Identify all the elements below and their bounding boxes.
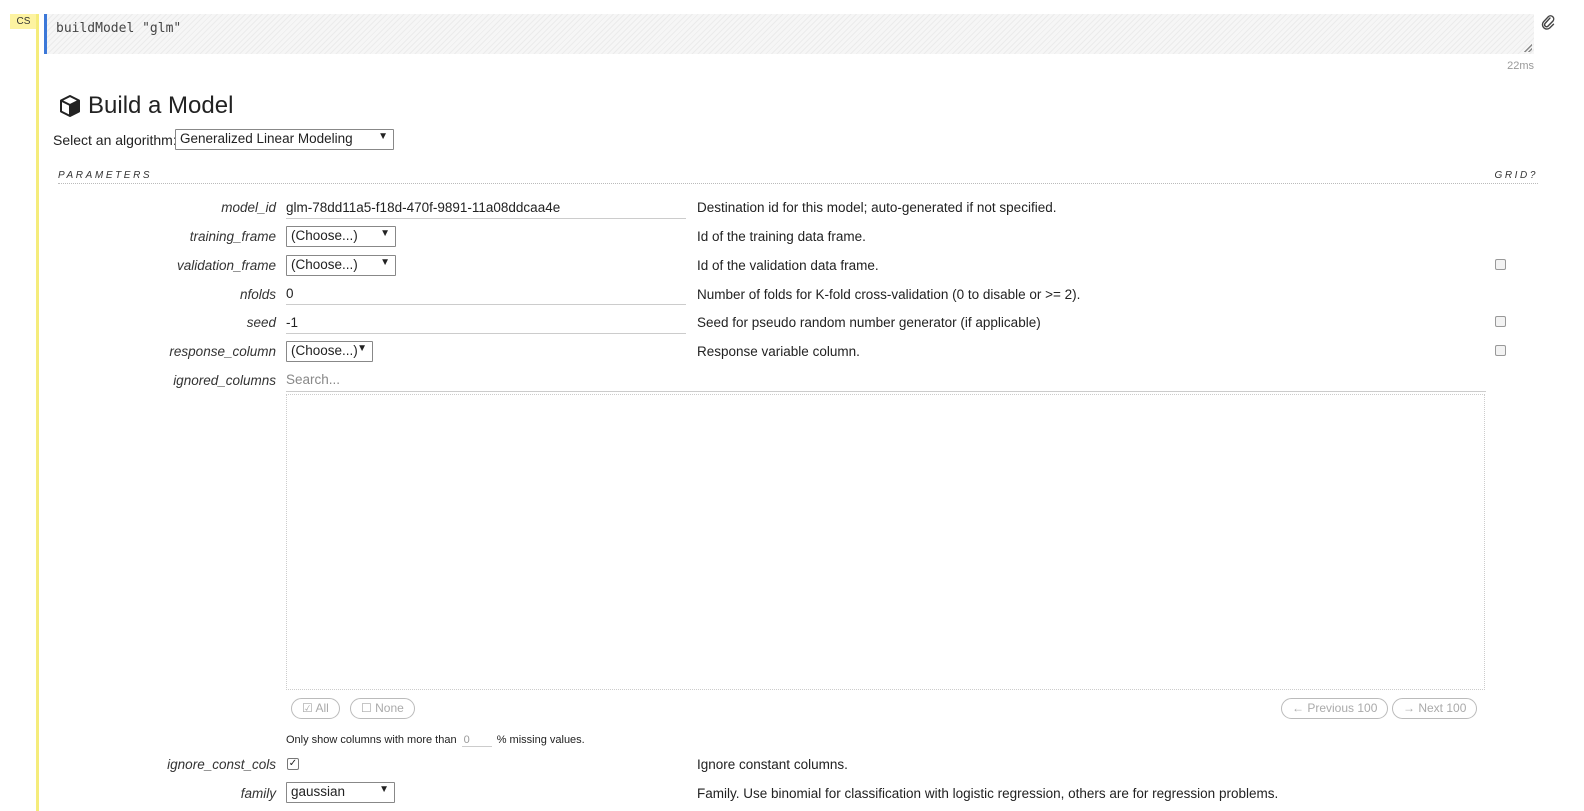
- family-select-value: gaussian: [291, 784, 346, 799]
- response-column-description: Response variable column.: [697, 344, 860, 359]
- grid-heading: GRID?: [1494, 170, 1538, 181]
- empty-square-icon: ☐: [361, 701, 372, 715]
- response-column-select-value: (Choose...): [291, 343, 358, 358]
- ignored-columns-search-input[interactable]: [286, 370, 1486, 392]
- arrow-right-icon: →: [1403, 701, 1415, 715]
- validation-frame-description: Id of the validation data frame.: [697, 258, 879, 273]
- training-frame-select[interactable]: (Choose...) ▼: [286, 226, 396, 247]
- model-id-input[interactable]: [286, 199, 686, 219]
- missing-values-suffix: % missing values.: [496, 734, 585, 746]
- page-title: Build a Model: [58, 92, 233, 120]
- nfolds-label: nfolds: [239, 287, 276, 302]
- ignore-const-cols-description: Ignore constant columns.: [697, 757, 848, 772]
- ignored-columns-label: ignored_columns: [173, 373, 276, 388]
- select-all-label: All: [315, 701, 329, 715]
- paperclip-icon[interactable]: [1541, 15, 1555, 31]
- parameters-section-header: PARAMETERS GRID?: [58, 170, 1538, 184]
- family-description: Family. Use binomial for classification …: [697, 786, 1279, 801]
- next-page-button[interactable]: → Next 100: [1392, 698, 1478, 719]
- validation-frame-grid-checkbox[interactable]: [1495, 259, 1506, 270]
- missing-values-filter: Only show columns with more than % missi…: [286, 734, 585, 747]
- dropdown-arrow-icon: ▼: [380, 257, 390, 268]
- arrow-left-icon: ←: [1292, 701, 1304, 715]
- model-id-label: model_id: [221, 200, 276, 215]
- seed-description: Seed for pseudo random number generator …: [697, 315, 1041, 330]
- cell-type-badge[interactable]: CS: [10, 14, 37, 29]
- nfolds-input[interactable]: [286, 285, 686, 305]
- page-title-text: Build a Model: [88, 92, 234, 119]
- algorithm-select[interactable]: Generalized Linear Modeling ▼: [175, 129, 394, 150]
- response-column-grid-checkbox[interactable]: [1495, 345, 1506, 356]
- response-column-select[interactable]: (Choose...) ▼: [286, 341, 373, 362]
- ignore-const-cols-label: ignore_const_cols: [167, 757, 276, 772]
- seed-grid-checkbox[interactable]: [1495, 316, 1506, 327]
- model-id-description: Destination id for this model; auto-gene…: [697, 200, 1057, 215]
- algorithm-select-value: Generalized Linear Modeling: [180, 131, 353, 146]
- training-frame-label: training_frame: [189, 229, 276, 244]
- ignore-const-cols-checkbox[interactable]: ✓: [287, 758, 299, 770]
- dropdown-arrow-icon: ▼: [379, 784, 389, 795]
- family-label: family: [240, 786, 276, 801]
- checked-square-icon: ☑: [302, 701, 313, 715]
- select-none-label: None: [375, 701, 404, 715]
- response-column-label: response_column: [169, 344, 276, 359]
- family-select[interactable]: gaussian ▼: [286, 782, 395, 803]
- training-frame-select-value: (Choose...): [291, 228, 358, 243]
- training-frame-description: Id of the training data frame.: [697, 229, 866, 244]
- select-none-button[interactable]: ☐ None: [350, 698, 415, 719]
- cube-icon: [60, 95, 80, 117]
- seed-input[interactable]: [286, 314, 686, 334]
- previous-page-label: Previous 100: [1307, 701, 1378, 715]
- dropdown-arrow-icon: ▼: [380, 228, 390, 239]
- missing-values-prefix: Only show columns with more than: [286, 734, 457, 746]
- parameters-heading: PARAMETERS: [58, 170, 153, 181]
- nfolds-description: Number of folds for K-fold cross-validat…: [697, 287, 1081, 302]
- algorithm-label: Select an algorithm:: [53, 132, 177, 148]
- code-editor[interactable]: buildModel "glm": [44, 14, 1534, 54]
- missing-values-input[interactable]: [461, 734, 492, 747]
- ignored-columns-list[interactable]: [286, 394, 1485, 690]
- previous-page-button[interactable]: ← Previous 100: [1281, 698, 1389, 719]
- elapsed-time: 22ms: [1507, 60, 1534, 72]
- dropdown-arrow-icon: ▼: [378, 131, 388, 142]
- seed-label: seed: [246, 315, 276, 330]
- validation-frame-select-value: (Choose...): [291, 257, 358, 272]
- code-text[interactable]: buildModel "glm": [56, 21, 181, 36]
- validation-frame-label: validation_frame: [176, 258, 276, 273]
- resize-handle-icon[interactable]: [1524, 44, 1532, 52]
- validation-frame-select[interactable]: (Choose...) ▼: [286, 255, 396, 276]
- next-page-label: Next 100: [1418, 701, 1467, 715]
- dropdown-arrow-icon: ▼: [357, 343, 367, 354]
- select-all-button[interactable]: ☑ All: [291, 698, 340, 719]
- cell-gutter: [36, 14, 39, 811]
